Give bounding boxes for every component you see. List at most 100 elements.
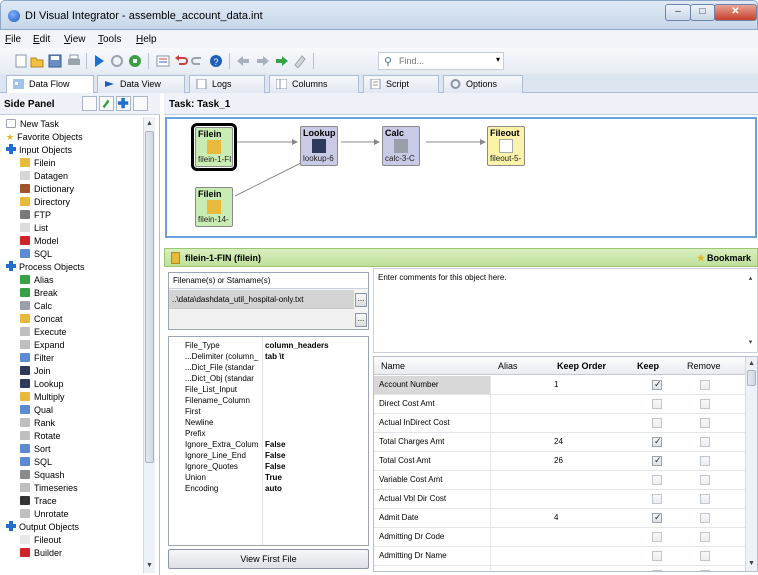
tree-item-list[interactable]: List	[20, 222, 48, 234]
redo-icon[interactable]	[191, 54, 205, 68]
tab-logs[interactable]: Logs	[189, 75, 265, 93]
column-name-cell[interactable]: Account Number	[374, 376, 491, 394]
tree-item-filter[interactable]: Filter	[20, 352, 54, 364]
keep-checkbox[interactable]	[652, 475, 662, 485]
column-keep-order[interactable]: 4	[554, 513, 558, 522]
remove-checkbox[interactable]	[700, 494, 710, 504]
print-icon[interactable]	[67, 54, 81, 68]
property-value[interactable]: True	[265, 472, 282, 483]
table-row[interactable]: Total Charges Amt 24	[374, 433, 745, 452]
tree-item-process-objects[interactable]: Process Objects	[6, 261, 85, 273]
edit-button[interactable]	[99, 96, 114, 111]
tab-data-view[interactable]: Data View	[97, 75, 185, 93]
remove-checkbox[interactable]	[700, 551, 710, 561]
tree-item-new-task[interactable]: New Task	[6, 118, 59, 130]
remove-checkbox[interactable]	[700, 437, 710, 447]
tree-item-datagen[interactable]: Datagen	[20, 170, 68, 182]
tree-item-sql[interactable]: SQL	[20, 248, 52, 260]
tree-item-sort[interactable]: Sort	[20, 443, 51, 455]
tree-item-calc[interactable]: Calc	[20, 300, 52, 312]
browse-file-button[interactable]: ...	[355, 293, 367, 307]
filename-empty-row[interactable]	[169, 310, 354, 329]
bookmark-button[interactable]: ★ Bookmark	[697, 253, 751, 264]
close-button[interactable]: ✕	[714, 4, 757, 21]
remove-checkbox[interactable]	[700, 532, 710, 542]
property-value[interactable]: False	[265, 461, 285, 472]
help-icon[interactable]: ?	[209, 54, 223, 68]
property-value[interactable]: tab \t	[265, 351, 284, 362]
menu-view[interactable]: View	[64, 34, 86, 45]
tree-item-timeseries[interactable]: Timeseries	[20, 482, 78, 494]
tree-item-alias[interactable]: Alias	[20, 274, 54, 286]
keep-checkbox[interactable]	[652, 494, 662, 504]
scroll-thumb[interactable]	[747, 370, 756, 386]
tree-item-favorite-objects[interactable]: ★ Favorite Objects	[6, 131, 83, 143]
undo-icon[interactable]	[174, 54, 188, 68]
tab-data-flow[interactable]: Data Flow	[6, 75, 94, 94]
tree-item-squash[interactable]: Squash	[20, 469, 65, 481]
tree-item-builder[interactable]: Builder	[20, 547, 62, 559]
table-row[interactable]: Admit Date 4	[374, 509, 745, 528]
tab-options[interactable]: Options	[443, 75, 523, 93]
filename-value[interactable]: ..\data\dashdata_util_hospital-only.txt	[169, 290, 354, 309]
remove-checkbox[interactable]	[700, 570, 710, 571]
tree-item-unrotate[interactable]: Unrotate	[20, 508, 69, 520]
tree-item-break[interactable]: Break	[20, 287, 58, 299]
back-icon[interactable]	[236, 54, 250, 68]
column-name-cell[interactable]: Admitting Dr Name	[374, 547, 491, 565]
property-row[interactable]: First	[169, 406, 368, 417]
tab-script[interactable]: Script	[363, 75, 439, 93]
go-icon[interactable]	[275, 54, 289, 68]
pin-button[interactable]	[133, 96, 148, 111]
find-input[interactable]	[399, 54, 489, 68]
menu-help[interactable]: Help	[136, 34, 157, 45]
column-name-cell[interactable]: Total Cost Amt	[374, 452, 491, 470]
refresh-icon[interactable]	[110, 54, 124, 68]
column-name-cell[interactable]: Actual InDirect Cost	[374, 414, 491, 432]
column-name-cell[interactable]: Variable Cost Amt	[374, 471, 491, 489]
tree-item-join[interactable]: Join	[20, 365, 51, 377]
properties-icon[interactable]	[156, 54, 170, 68]
view-first-file-button[interactable]: View First File	[168, 549, 369, 569]
flow-node-fileout[interactable]: Fileout fileout-5-	[487, 126, 525, 166]
tree-item-multiply[interactable]: Multiply	[20, 391, 65, 403]
tree-item-sql[interactable]: SQL	[20, 456, 52, 468]
tree-item-output-objects[interactable]: Output Objects	[6, 521, 79, 533]
flow-node-filein[interactable]: Filein filein-14-	[195, 187, 233, 227]
minimize-button[interactable]: –	[665, 4, 691, 21]
table-row[interactable]	[374, 566, 745, 571]
tree-item-trace[interactable]: Trace	[20, 495, 57, 507]
table-row[interactable]: Actual Vbl Dir Cost	[374, 490, 745, 509]
tab-columns[interactable]: Columns	[269, 75, 359, 93]
tree-item-input-objects[interactable]: Input Objects	[6, 144, 72, 156]
keep-checkbox[interactable]	[652, 551, 662, 561]
tree-item-model[interactable]: Model	[20, 235, 59, 247]
scroll-down-icon[interactable]: ▾	[745, 337, 756, 348]
add-button[interactable]	[116, 96, 131, 111]
remove-checkbox[interactable]	[700, 399, 710, 409]
stop-icon[interactable]	[128, 54, 142, 68]
tree-item-filein[interactable]: Filein	[20, 157, 56, 169]
property-row[interactable]: Union True	[169, 472, 368, 483]
tree-item-expand[interactable]: Expand	[20, 339, 65, 351]
comments-scrollbar[interactable]: ▴ ▾	[745, 269, 757, 352]
table-row[interactable]: Total Cost Amt 26	[374, 452, 745, 471]
grid-scrollbar[interactable]: ▲ ▼	[745, 357, 757, 571]
forward-icon[interactable]	[256, 54, 270, 68]
keep-checkbox[interactable]	[652, 379, 662, 390]
column-name-cell[interactable]: Actual Vbl Dir Cost	[374, 490, 491, 508]
table-row[interactable]: Account Number 1	[374, 376, 745, 395]
property-row[interactable]: ...Delimiter (column_ tab \t	[169, 351, 368, 362]
keep-checkbox[interactable]	[652, 512, 662, 523]
remove-checkbox[interactable]	[700, 418, 710, 428]
remove-checkbox[interactable]	[700, 513, 710, 523]
property-row[interactable]: File_List_Input	[169, 384, 368, 395]
scroll-down-icon[interactable]: ▼	[746, 558, 757, 569]
comments-area[interactable]: Enter comments for this object here. ▴ ▾	[373, 268, 758, 353]
tree-item-fileout[interactable]: Fileout	[20, 534, 61, 546]
tree-item-dictionary[interactable]: Dictionary	[20, 183, 74, 195]
property-value[interactable]: False	[265, 439, 285, 450]
new-task-icon[interactable]	[14, 54, 28, 68]
property-value[interactable]: auto	[265, 483, 282, 494]
side-panel-scrollbar[interactable]: ▲ ▼	[143, 117, 155, 573]
